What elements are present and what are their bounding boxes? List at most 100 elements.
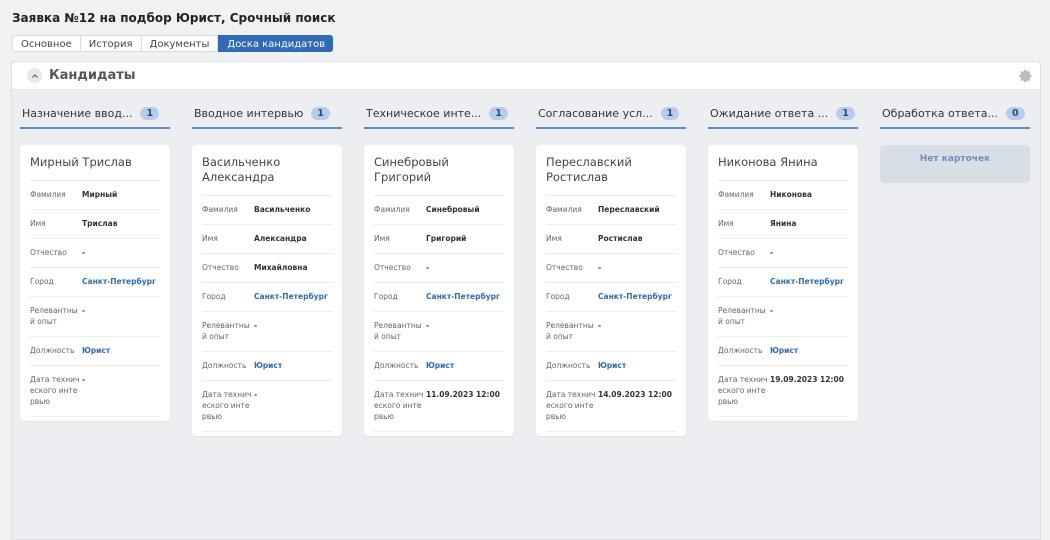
field-value: - — [82, 248, 86, 257]
tab-documents[interactable]: Документы — [140, 35, 219, 52]
candidate-card[interactable]: Мирный Трислав Фамилия Мирный Имя Трислав … — [20, 145, 170, 421]
field-row: Дата технического интервью 11.09.2023 12:… — [374, 381, 504, 432]
field-row: Имя Трислав — [30, 210, 160, 239]
position-link[interactable]: Юрист — [598, 360, 626, 371]
candidate-name: Васильченко Александра — [202, 155, 332, 196]
position-link[interactable]: Юрист — [426, 360, 454, 371]
column-header[interactable]: Согласование усл... 1 — [536, 99, 686, 129]
field-label: Релевантный опыт — [718, 306, 766, 326]
candidate-card[interactable]: Васильченко Александра Фамилия Васильченк… — [192, 145, 342, 436]
count-badge: 1 — [489, 106, 508, 120]
tab-main[interactable]: Основное — [12, 35, 80, 52]
column-title: Назначение ввод... — [22, 106, 133, 120]
field-row: Отчество Михайловна — [202, 254, 332, 283]
candidate-card[interactable]: Никонова Янина Фамилия Никонова Имя Янина … — [708, 145, 858, 421]
field-row: Фамилия Мирный — [30, 181, 160, 210]
city-link[interactable]: Санкт-Петербург — [254, 291, 328, 302]
field-label: Город — [30, 277, 54, 286]
column-title: Техническое инте... — [366, 106, 482, 120]
column-header[interactable]: Техническое инте... 1 — [364, 99, 514, 129]
field-value: Ростислав — [598, 234, 643, 243]
field-label: Релевантный опыт — [374, 321, 422, 341]
field-row: Должность Юрист — [202, 352, 332, 381]
field-label: Релевантный опыт — [546, 321, 594, 341]
field-row: Отчество - — [546, 254, 676, 283]
field-label: Имя — [718, 219, 734, 228]
gear-icon[interactable] — [1019, 69, 1033, 83]
column-title: Согласование усл... — [538, 106, 653, 120]
field-row: Фамилия Васильченко — [202, 196, 332, 225]
count-badge: 1 — [660, 106, 680, 120]
position-link[interactable]: Юрист — [770, 345, 798, 356]
candidate-name: Мирный Трислав — [30, 155, 160, 181]
collapse-button[interactable] — [27, 68, 42, 83]
city-link[interactable]: Санкт-Петербург — [82, 276, 156, 287]
field-value: 11.09.2023 12:00 — [426, 390, 500, 399]
field-value: - — [426, 263, 430, 272]
city-link[interactable]: Санкт-Петербург — [598, 291, 672, 302]
field-label: Отчество — [30, 248, 67, 257]
field-label: Должность — [374, 361, 419, 370]
kanban-column: Вводное интервью 1 Васильченко Александр… — [192, 99, 342, 436]
field-label: Город — [546, 292, 570, 301]
column-header[interactable]: Вводное интервью 1 — [192, 99, 342, 129]
field-value: - — [770, 248, 774, 257]
city-link[interactable]: Санкт-Петербург — [426, 291, 500, 302]
field-value: Григорий — [426, 234, 467, 243]
field-value: Михайловна — [254, 263, 308, 272]
tab-history[interactable]: История — [79, 35, 141, 52]
field-label: Фамилия — [546, 205, 582, 214]
candidate-name: Переславский Ростислав — [546, 155, 676, 196]
field-value: 14.09.2023 12:00 — [598, 390, 672, 399]
field-label: Имя — [546, 234, 562, 243]
candidate-card[interactable]: Переславский Ростислав Фамилия Переславск… — [536, 145, 686, 436]
kanban-column: Обработка ответа... 0 Нет карточек — [880, 99, 1030, 436]
field-value: Переславский — [598, 205, 660, 214]
panel-title: Кандидаты — [49, 68, 136, 83]
field-row: Город Санкт-Петербург — [546, 283, 676, 312]
field-label: Должность — [718, 346, 763, 355]
column-header[interactable]: Назначение ввод... 1 — [20, 99, 170, 129]
field-label: Отчество — [546, 263, 583, 272]
field-row: Должность Юрист — [718, 337, 848, 366]
field-label: Фамилия — [202, 205, 238, 214]
field-row: Отчество - — [718, 239, 848, 268]
field-label: Дата технического интервью — [718, 375, 768, 406]
candidate-card[interactable]: Синебровый Григорий Фамилия Синебровый Им… — [364, 145, 514, 436]
field-label: Релевантный опыт — [202, 321, 250, 341]
field-label: Фамилия — [374, 205, 410, 214]
field-value: - — [254, 321, 258, 330]
field-row: Дата технического интервью 14.09.2023 12:… — [546, 381, 676, 432]
field-value: Васильченко — [254, 205, 311, 214]
field-row: Релевантный опыт - — [718, 297, 848, 337]
field-row: Отчество - — [374, 254, 504, 283]
column-title: Ожидание ответа ... — [710, 106, 829, 120]
field-row: Город Санкт-Петербург — [374, 283, 504, 312]
field-row: Должность Юрист — [30, 337, 160, 366]
field-value: Синебровый — [426, 205, 480, 214]
field-row: Должность Юрист — [374, 352, 504, 381]
field-row: Дата технического интервью - — [202, 381, 332, 432]
field-value: Трислав — [82, 219, 118, 228]
column-header[interactable]: Обработка ответа... 0 — [880, 99, 1030, 129]
field-row: Имя Ростислав — [546, 225, 676, 254]
field-value: - — [82, 375, 86, 384]
field-row: Имя Александра — [202, 225, 332, 254]
field-label: Должность — [546, 361, 591, 370]
position-link[interactable]: Юрист — [82, 345, 110, 356]
tab-candidates-board[interactable]: Доска кандидатов — [218, 35, 334, 52]
field-label: Отчество — [718, 248, 755, 257]
field-label: Город — [718, 277, 742, 286]
field-value: - — [426, 321, 430, 330]
field-row: Должность Юрист — [546, 352, 676, 381]
column-header[interactable]: Ожидание ответа ... 1 — [708, 99, 858, 129]
field-label: Имя — [30, 219, 46, 228]
field-label: Имя — [202, 234, 218, 243]
candidates-panel: Кандидаты Назначение ввод... 1 Мирный Тр… — [11, 61, 1041, 540]
chevron-up-icon — [31, 73, 38, 78]
city-link[interactable]: Санкт-Петербург — [770, 276, 844, 287]
field-label: Дата технического интервью — [30, 375, 80, 406]
position-link[interactable]: Юрист — [254, 360, 282, 371]
field-value: Мирный — [82, 190, 118, 199]
field-value: - — [254, 390, 258, 399]
